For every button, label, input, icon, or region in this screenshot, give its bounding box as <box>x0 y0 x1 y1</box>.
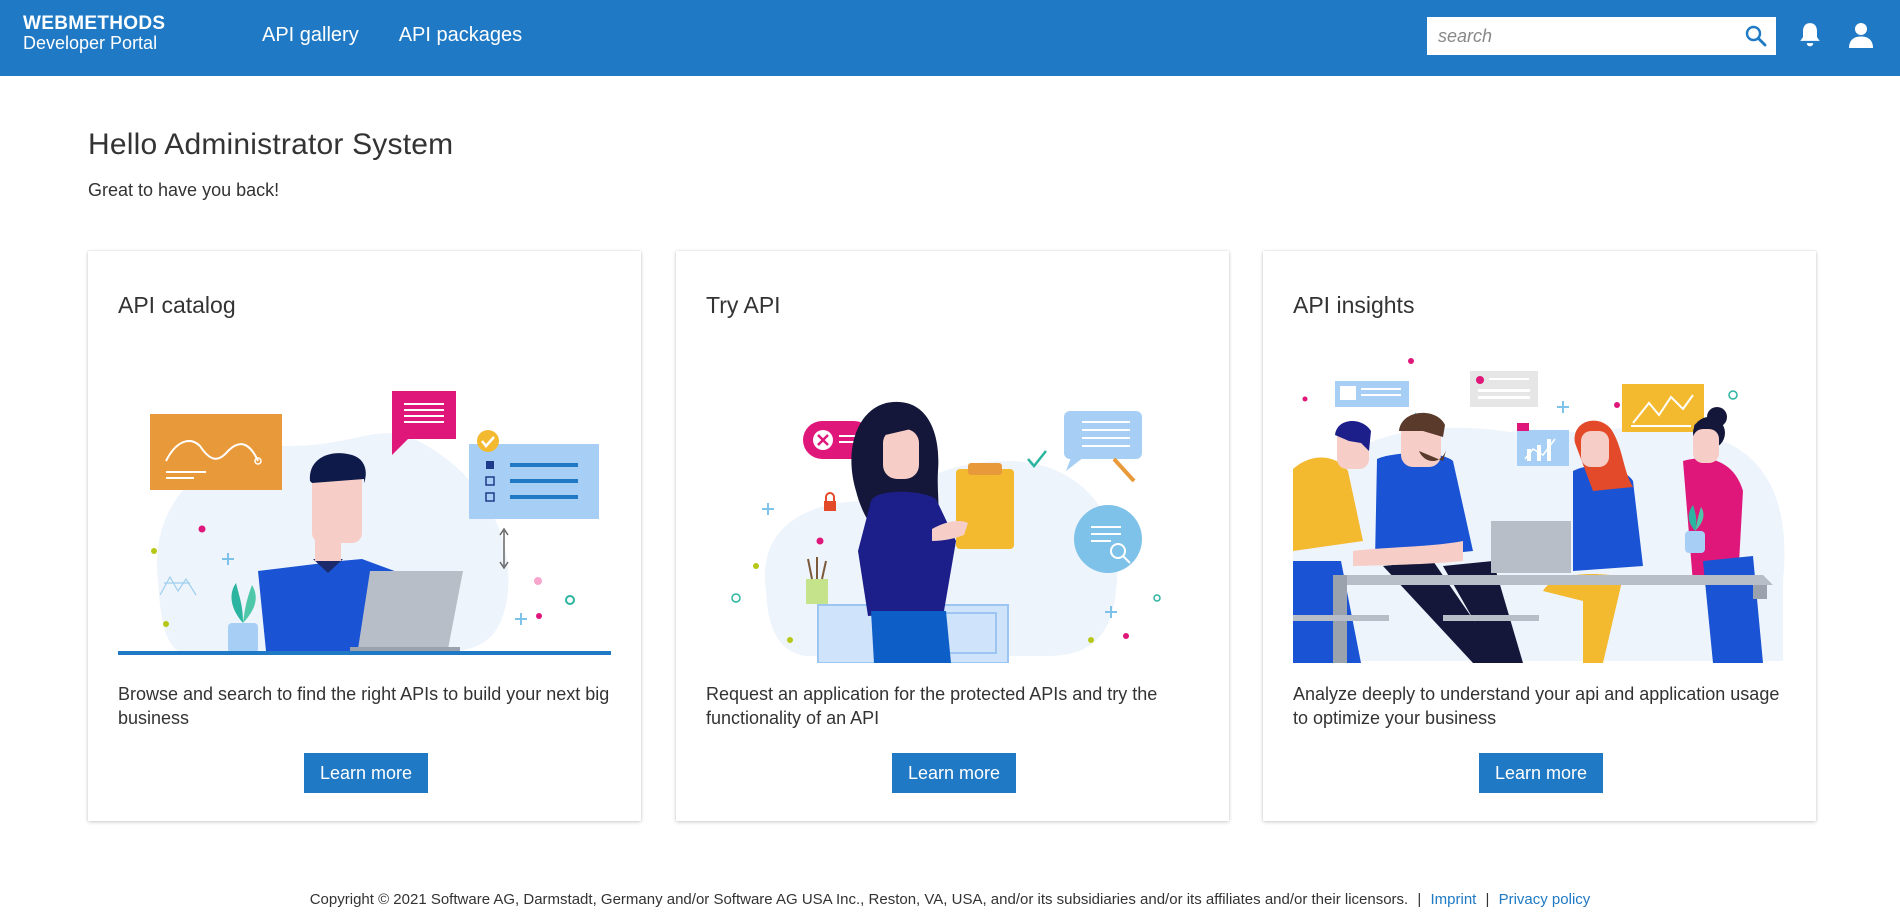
nav-api-gallery[interactable]: API gallery <box>262 24 359 47</box>
nav-api-packages[interactable]: API packages <box>399 24 522 47</box>
main-nav: API gallery API packages <box>262 24 522 47</box>
card-description: Analyze deeply to understand your api an… <box>1293 684 1780 728</box>
card-try-api: Try API Request an application for the p… <box>676 251 1229 821</box>
card-api-insights: API insights Analyze deeply to understan… <box>1263 251 1816 821</box>
card-description: Browse and search to find the right APIs… <box>118 684 610 728</box>
learn-more-button[interactable]: Learn more <box>1479 753 1604 793</box>
footer: Copyright © 2021 Software AG, Darmstadt,… <box>0 891 1900 908</box>
card-description: Request an application for the protected… <box>706 684 1158 728</box>
footer-separator: | <box>1485 891 1490 908</box>
imprint-link[interactable]: Imprint <box>1430 891 1476 908</box>
search-icon[interactable] <box>1744 24 1768 48</box>
learn-more-button[interactable]: Learn more <box>304 753 429 793</box>
footer-separator: | <box>1417 891 1422 908</box>
page-subtitle: Great to have you back! <box>88 180 280 200</box>
try-api-illustration <box>731 401 1161 663</box>
card-api-catalog: API catalog Browse and search to find th… <box>88 251 641 821</box>
card-title: API catalog <box>118 292 236 318</box>
portal-logo[interactable]: WEBMETHODS Developer Portal <box>23 14 165 52</box>
page-title: Hello Administrator System <box>88 128 454 161</box>
search-box <box>1427 17 1776 55</box>
logo-subtitle: Developer Portal <box>23 33 158 53</box>
privacy-policy-link[interactable]: Privacy policy <box>1499 891 1591 908</box>
top-header: WEBMETHODS Developer Portal API gallery … <box>0 0 1900 76</box>
search-input[interactable] <box>1427 17 1727 55</box>
user-icon[interactable] <box>1847 21 1875 49</box>
bell-icon[interactable] <box>1797 21 1823 49</box>
card-title: API insights <box>1293 292 1415 318</box>
api-insights-illustration <box>1293 358 1785 663</box>
copyright-text: Copyright © 2021 Software AG, Darmstadt,… <box>309 891 1409 908</box>
learn-more-button[interactable]: Learn more <box>892 753 1017 793</box>
card-title: Try API <box>706 292 781 318</box>
logo-brand: WEBMETHODS <box>23 13 166 34</box>
api-catalog-illustration <box>118 391 611 655</box>
